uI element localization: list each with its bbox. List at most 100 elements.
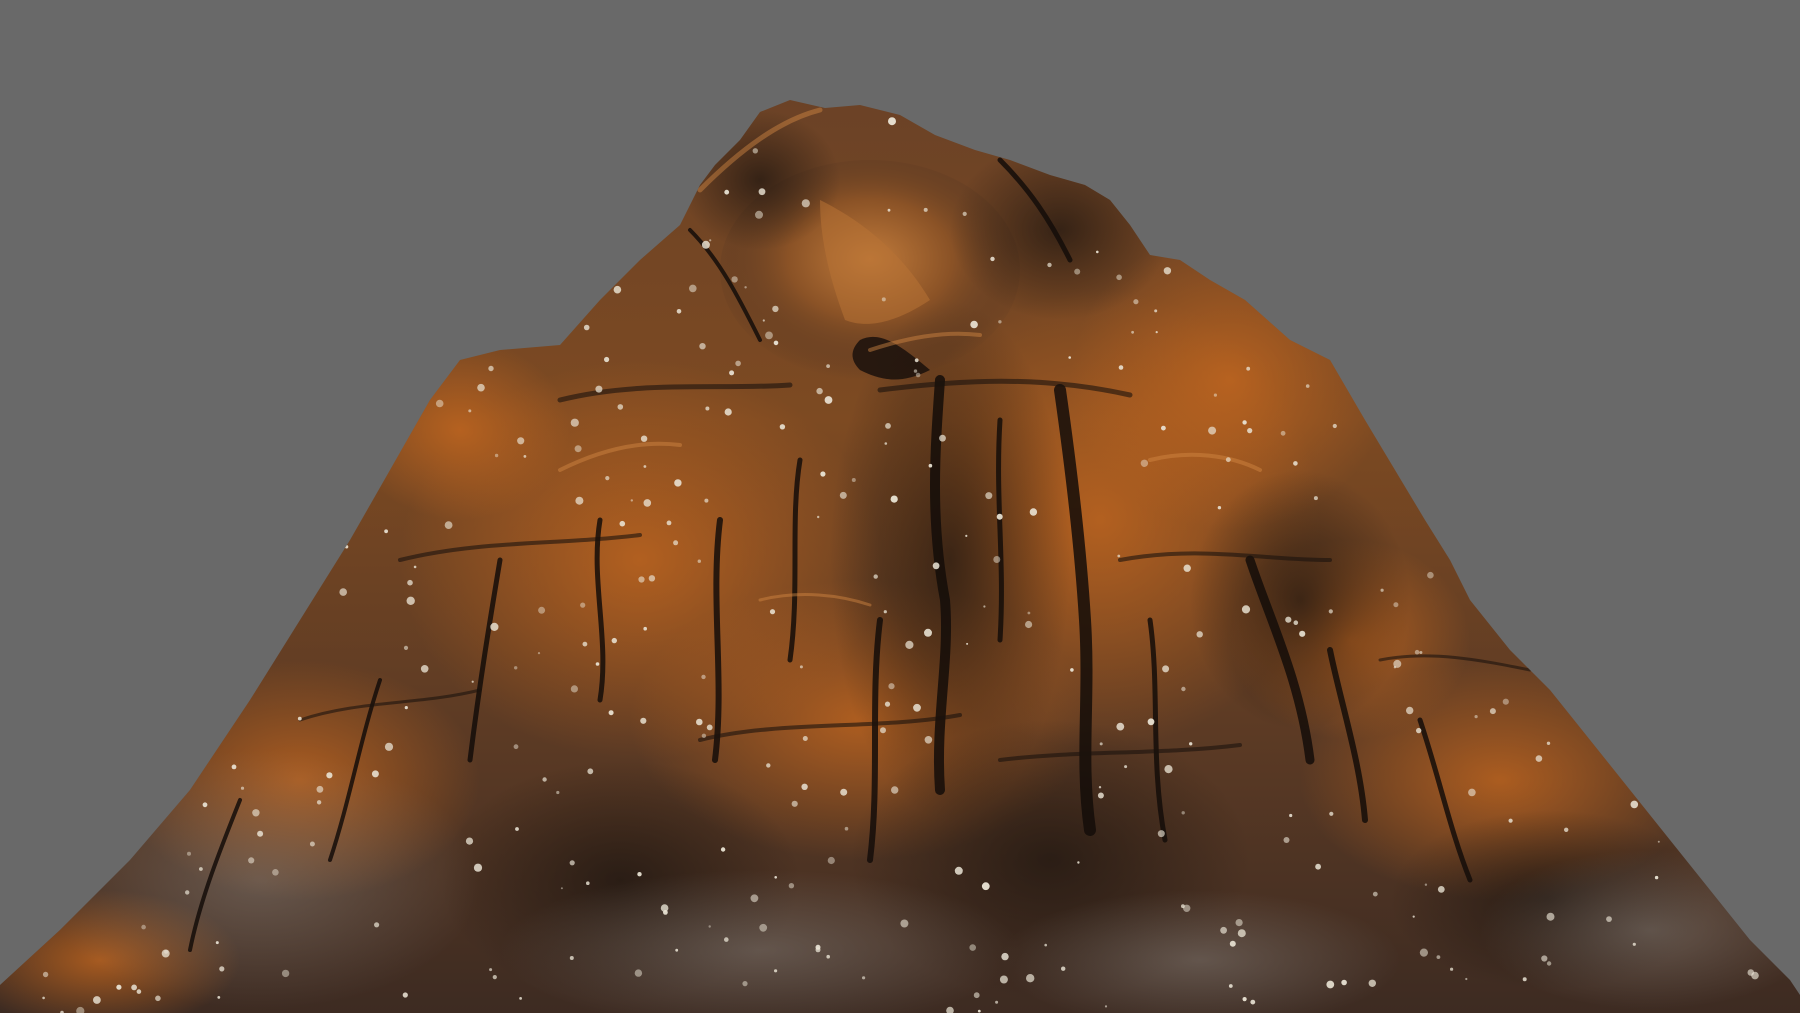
lichen-speck: [477, 142, 484, 149]
lichen-speck: [10, 333, 14, 336]
lichen-speck: [1229, 940, 1236, 947]
lichen-speck: [617, 404, 624, 410]
lichen-speck: [731, 276, 738, 283]
lichen-speck: [1333, 139, 1341, 147]
lichen-speck: [468, 409, 472, 413]
lichen-speck: [1293, 461, 1298, 466]
lichen-speck: [10, 247, 18, 256]
lichen-speck: [441, 272, 446, 277]
lichen-speck: [1720, 192, 1724, 195]
lichen-speck: [1083, 165, 1090, 172]
lichen-speck: [258, 561, 266, 570]
lichen-speck: [1280, 430, 1286, 436]
lichen-speck: [155, 995, 161, 1002]
lichen-speck: [384, 742, 394, 751]
lichen-speck: [93, 815, 98, 821]
lichen-speck: [113, 418, 116, 422]
lichen-speck: [883, 610, 887, 614]
lichen-speck: [773, 340, 779, 346]
lichen-speck: [993, 556, 1001, 563]
lichen-speck: [19, 477, 26, 483]
lichen-speck: [697, 559, 701, 563]
lichen-speck: [1181, 811, 1185, 815]
lichen-speck: [1372, 891, 1378, 897]
lichen-speck: [36, 367, 41, 372]
lichen-speck: [68, 760, 71, 763]
lichen-speck: [1657, 840, 1660, 843]
lichen-speck: [673, 540, 679, 546]
lichen-speck: [1293, 620, 1299, 625]
lichen-speck: [840, 788, 848, 796]
lichen-speck: [283, 250, 287, 255]
lichen-speck: [1389, 128, 1392, 131]
lichen-speck: [1289, 813, 1293, 818]
lichen-speck: [1596, 640, 1604, 648]
lichen-speck: [219, 688, 224, 693]
lichen-speck: [1368, 979, 1377, 987]
lichen-speck: [404, 706, 408, 710]
lichen-speck: [1328, 609, 1333, 614]
lichen-speck: [881, 297, 886, 302]
lichen-speck: [619, 520, 626, 527]
lichen-speck: [274, 433, 283, 442]
lichen-speck: [1564, 827, 1569, 832]
lichen-speck: [1299, 630, 1306, 637]
lichen-speck: [965, 534, 968, 538]
lichen-speck: [1157, 830, 1165, 838]
lichen-speck: [1419, 948, 1428, 957]
lichen-speck: [1546, 912, 1555, 921]
lichen-speck: [1285, 616, 1292, 623]
lichen-speck: [637, 872, 642, 877]
lichen-speck: [1326, 980, 1335, 989]
lichen-speck: [662, 138, 666, 141]
lichen-speck: [93, 996, 101, 1004]
lichen-speck: [1250, 999, 1256, 1005]
lichen-speck: [1620, 147, 1624, 151]
lichen-speck: [1026, 974, 1035, 983]
lichen-speck: [26, 308, 32, 315]
lichen-speck: [202, 607, 206, 611]
lichen-speck: [1416, 727, 1422, 734]
lichen-speck: [523, 455, 527, 458]
lichen-speck: [1116, 722, 1125, 731]
lichen-speck: [188, 440, 195, 447]
lichen-speck: [1006, 146, 1013, 152]
lichen-speck: [1235, 919, 1243, 927]
lichen-speck: [1313, 496, 1318, 501]
lichen-speck: [1769, 409, 1774, 415]
lichen-speck: [231, 764, 237, 770]
lichen-speck: [1625, 503, 1633, 511]
lichen-speck: [676, 309, 682, 314]
lichen-speck: [1380, 588, 1384, 592]
lichen-speck: [71, 357, 74, 360]
lichen-speck: [490, 269, 495, 274]
lichen-speck: [788, 883, 795, 889]
lichen-speck: [1697, 499, 1704, 506]
lichen-speck: [1406, 706, 1414, 715]
lichen-speck: [1241, 216, 1245, 220]
lichen-speck: [1693, 459, 1700, 466]
lichen-speck: [913, 369, 918, 373]
lichen-speck: [1647, 765, 1654, 772]
lichen-speck: [611, 637, 617, 644]
lichen-speck: [1196, 190, 1201, 195]
lichen-speck: [1766, 195, 1775, 204]
lichen-speck: [613, 285, 622, 294]
lichen-speck: [1161, 425, 1166, 431]
lichen-speck: [595, 385, 603, 393]
lichen-speck: [1183, 904, 1191, 912]
lichen-speck: [296, 225, 299, 228]
lichen-speck: [492, 975, 497, 980]
lichen-speck: [1632, 942, 1636, 946]
lichen-speck: [998, 320, 1002, 324]
lichen-speck: [643, 499, 652, 507]
lichen-speck: [954, 866, 963, 875]
lichen-speck: [640, 717, 647, 724]
lichen-speck: [116, 984, 122, 990]
lichen-speck: [977, 1009, 981, 1013]
lichen-speck: [1757, 606, 1760, 609]
lichen-speck: [574, 445, 582, 453]
lichen-speck: [1729, 648, 1732, 651]
lichen-speck: [905, 640, 914, 650]
lichen-speck: [1393, 602, 1399, 608]
